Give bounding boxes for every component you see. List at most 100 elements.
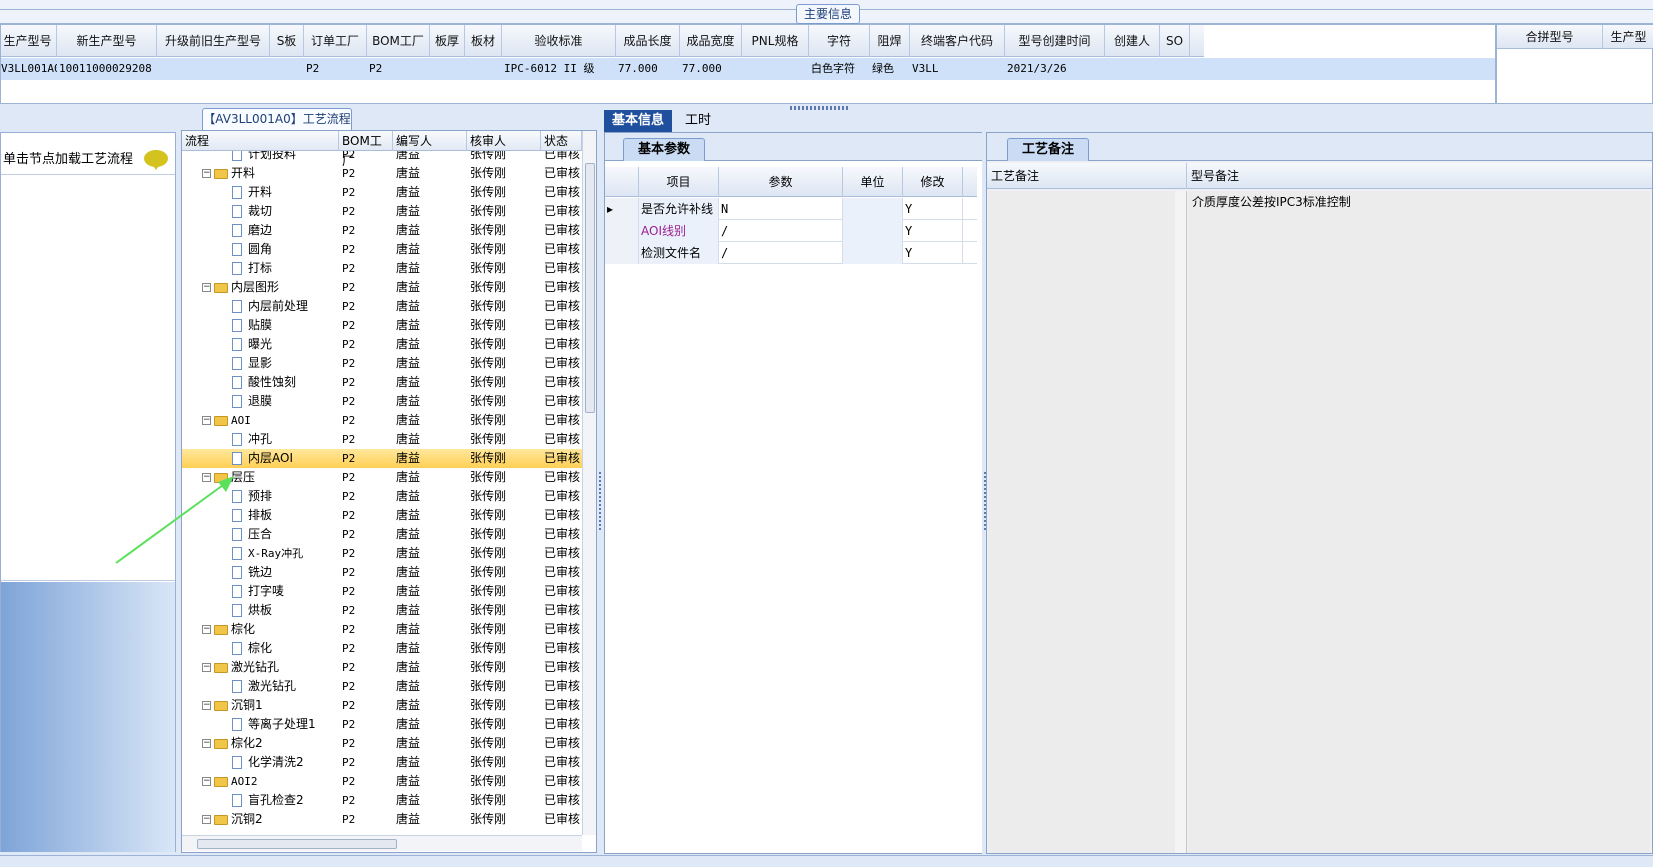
tree-node-row[interactable]: 计划投料 P2 唐益 张传刚 已审核 [182, 151, 582, 164]
main-col-header[interactable]: PNL规格 [742, 25, 809, 57]
main-col-header[interactable]: 终端客户代码 [910, 25, 1005, 57]
tree-node-row[interactable]: 内层AOI P2 唐益 张传刚 已审核 [182, 449, 582, 468]
tree-cell-writer: 唐益 [396, 774, 421, 788]
process-note-scrollbar[interactable] [1175, 191, 1187, 853]
tree-node-row[interactable]: 酸性蚀刻 P2 唐益 张传刚 已审核 [182, 373, 582, 392]
col-modify[interactable]: 修改 [903, 167, 963, 197]
tree-folder-row[interactable]: − AOI P2 唐益 张传刚 已审核 [182, 411, 582, 430]
tree-node-row[interactable]: 退膜 P2 唐益 张传刚 已审核 [182, 392, 582, 411]
collapse-icon[interactable]: − [202, 739, 211, 748]
param-value[interactable]: / [719, 220, 843, 242]
main-col-header[interactable]: 创建人 [1105, 25, 1160, 57]
collapse-icon[interactable]: − [202, 815, 211, 824]
main-row-cell [159, 58, 270, 80]
collapse-icon[interactable]: − [202, 701, 211, 710]
main-col-header[interactable]: 订单工厂 [304, 25, 367, 57]
main-col-header[interactable]: 新生产型号 [57, 25, 157, 57]
tab-basic-info[interactable]: 基本信息 [604, 110, 672, 132]
main-col-header[interactable]: 板材 [465, 25, 502, 57]
tree-node-row[interactable]: 棕化 P2 唐益 张传刚 已审核 [182, 639, 582, 658]
col-model-note[interactable]: 型号备注 [1187, 163, 1652, 189]
tree-node-row[interactable]: 激光钻孔 P2 唐益 张传刚 已审核 [182, 677, 582, 696]
main-col-header[interactable]: 型号创建时间 [1005, 25, 1105, 57]
param-row[interactable]: AOI线别 / Y [605, 220, 977, 242]
tree-folder-row[interactable]: − 棕化2 P2 唐益 张传刚 已审核 [182, 734, 582, 753]
main-col-header[interactable]: 成品宽度 [680, 25, 742, 57]
tree-node-row[interactable]: 显影 P2 唐益 张传刚 已审核 [182, 354, 582, 373]
vertical-splitter-left[interactable] [597, 132, 603, 854]
param-row[interactable]: ▸ 是否允许补线 N Y [605, 198, 977, 220]
main-col-header[interactable]: 成品长度 [616, 25, 680, 57]
col-reviewer[interactable]: 核审人 [467, 131, 541, 151]
model-note-area[interactable]: 介质厚度公差按IPC3标准控制 [1188, 191, 1650, 853]
tab-work-hours[interactable]: 工时 [678, 110, 718, 132]
document-icon [232, 357, 242, 370]
main-col-header[interactable]: 字符 [809, 25, 870, 57]
collapse-icon[interactable]: − [202, 169, 211, 178]
tree-folder-row[interactable]: − 内层图形 P2 唐益 张传刚 已审核 [182, 278, 582, 297]
main-row-cell: P2 [369, 62, 383, 75]
tree-node-row[interactable]: 等离子处理1 P2 唐益 张传刚 已审核 [182, 715, 582, 734]
main-col-header[interactable]: 验收标准 [502, 25, 616, 57]
tree-node-row[interactable]: 冲孔 P2 唐益 张传刚 已审核 [182, 430, 582, 449]
tree-node-row[interactable]: 内层前处理 P2 唐益 张传刚 已审核 [182, 297, 582, 316]
tab-process-notes[interactable]: 工艺备注 [1007, 138, 1090, 161]
main-col-header[interactable]: BOM工厂 [367, 25, 430, 57]
main-col-header[interactable]: 升级前旧生产型号 [157, 25, 270, 57]
tree-node-row[interactable]: 打字唛 P2 唐益 张传刚 已审核 [182, 582, 582, 601]
tree-cell-writer: 唐益 [396, 660, 421, 674]
tree-node-row[interactable]: 打标 P2 唐益 张传刚 已审核 [182, 259, 582, 278]
collapse-icon[interactable]: − [202, 777, 211, 786]
tree-folder-row[interactable]: − 激光钻孔 P2 唐益 张传刚 已审核 [182, 658, 582, 677]
tree-node-row[interactable]: 圆角 P2 唐益 张传刚 已审核 [182, 240, 582, 259]
document-icon [232, 585, 242, 598]
tree-horizontal-scrollbar[interactable] [182, 835, 582, 851]
col-item[interactable]: 项目 [639, 167, 719, 197]
col-process-note[interactable]: 工艺备注 [987, 163, 1187, 189]
tree-node-row[interactable]: 曝光 P2 唐益 张传刚 已审核 [182, 335, 582, 354]
collapse-icon[interactable]: − [202, 283, 211, 292]
tree-node-row[interactable]: 烘板 P2 唐益 张传刚 已审核 [182, 601, 582, 620]
tree-vertical-scrollbar[interactable] [582, 131, 596, 835]
tree-folder-row[interactable]: − 沉铜1 P2 唐益 张传刚 已审核 [182, 696, 582, 715]
main-col-header[interactable]: 阻焊 [870, 25, 910, 57]
col-merge-model[interactable]: 合拼型号 [1497, 25, 1603, 49]
main-col-header[interactable]: SO [1160, 25, 1190, 57]
col-unit[interactable]: 单位 [843, 167, 903, 197]
tree-node-row[interactable]: 盲孔检查2 P2 唐益 张传刚 已审核 [182, 791, 582, 810]
main-info-title[interactable]: 主要信息 [796, 4, 860, 24]
col-writer[interactable]: 编写人 [393, 131, 467, 151]
param-value[interactable]: / [719, 242, 843, 264]
tree-node-row[interactable]: 磨边 P2 唐益 张传刚 已审核 [182, 221, 582, 240]
param-value[interactable]: N [719, 198, 843, 220]
main-col-header[interactable]: 板厚 [430, 25, 465, 57]
collapse-icon[interactable]: − [202, 416, 211, 425]
tree-node-row[interactable]: 化学清洗2 P2 唐益 张传刚 已审核 [182, 753, 582, 772]
col-param[interactable]: 参数 [719, 167, 843, 197]
tree-folder-row[interactable]: − AOI2 P2 唐益 张传刚 已审核 [182, 772, 582, 791]
param-row[interactable]: 检测文件名 / Y [605, 242, 977, 264]
col-bom-factory[interactable]: BOM工厂 [339, 131, 393, 168]
main-col-header[interactable]: 生产型号 [0, 25, 57, 57]
main-info-row[interactable]: V3LL001A0 10011000029208 P2 P2 IPC-6012 II 级… [1, 58, 1495, 80]
tree-folder-row[interactable]: − 开料 P2 唐益 张传刚 已审核 [182, 164, 582, 183]
tree-node-row[interactable]: 裁切 P2 唐益 张传刚 已审核 [182, 202, 582, 221]
col-status[interactable]: 状态 [541, 131, 582, 151]
col-production-model[interactable]: 生产型 [1603, 25, 1653, 49]
tree-node-row[interactable]: 开料 P2 唐益 张传刚 已审核 [182, 183, 582, 202]
collapse-icon[interactable]: − [202, 663, 211, 672]
main-col-header[interactable]: S板 [270, 25, 304, 57]
tree-node-row[interactable]: 贴膜 P2 唐益 张传刚 已审核 [182, 316, 582, 335]
collapse-icon[interactable]: − [202, 625, 211, 634]
tree-folder-row[interactable]: − 棕化 P2 唐益 张传刚 已审核 [182, 620, 582, 639]
tab-basic-params[interactable]: 基本参数 [623, 138, 706, 161]
tree-folder-row[interactable]: − 沉铜2 P2 唐益 张传刚 已审核 [182, 810, 582, 829]
tree-cell-bom: P2 [342, 490, 356, 503]
process-flow-tab[interactable]: 【AV3LL001A0】工艺流程 [202, 108, 352, 130]
col-flow[interactable]: 流程 [182, 131, 339, 151]
tree-cell-status: 已审核 [544, 318, 581, 332]
tree-node-label: AOI [231, 414, 251, 427]
tree-cell-reviewer: 张传刚 [470, 223, 507, 237]
tree-cell-status: 已审核 [544, 660, 581, 674]
process-note-area[interactable] [988, 191, 1176, 853]
